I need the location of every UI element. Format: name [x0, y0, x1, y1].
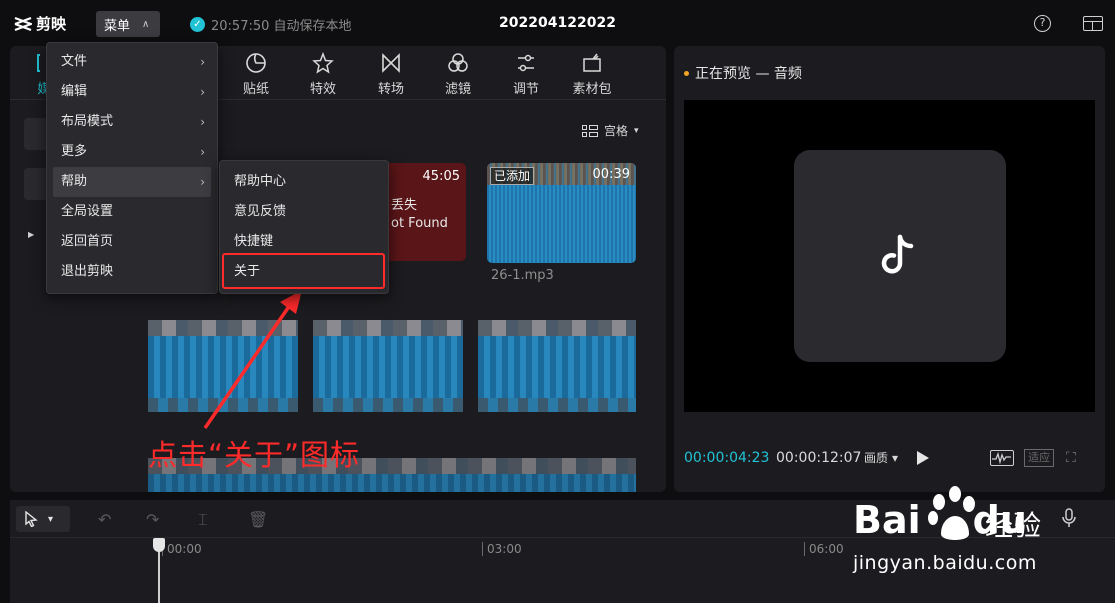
playhead[interactable] [153, 538, 165, 603]
menu-item-label: 全局设置 [61, 204, 114, 219]
menu-item-label: 返回首页 [61, 234, 114, 249]
chevron-right-icon: › [200, 85, 205, 99]
preview-title: 正在预览 — 音频 [695, 66, 802, 82]
preview-panel: 正在预览 — 音频 00:00:04:23 00:00:12:07 画质 ▾ 适… [674, 46, 1105, 492]
fullscreen-icon[interactable]: ⛶ [1066, 450, 1082, 466]
split-icon[interactable]: ⌶ [198, 510, 208, 530]
baidu-watermark: Bai du 经验 jingyan.baidu.com [853, 484, 1063, 594]
watermark-cn: 经验 [985, 509, 1042, 542]
chevron-right-icon: › [200, 115, 205, 129]
ruler-tick: 00:00 [162, 542, 202, 556]
menu-item-layout-mode[interactable]: 布局模式 › [47, 107, 217, 137]
menu-item-more[interactable]: 更多 › [47, 137, 217, 167]
menu-item-label: 退出剪映 [61, 264, 114, 279]
menu-item-label: 更多 [61, 144, 88, 159]
play-icon[interactable] [917, 451, 929, 465]
main-menu-dropdown: 文件 › 编辑 › 布局模式 › 更多 › 帮助 › 全局设置 返回首页 退出剪映 [46, 42, 218, 294]
fit-button[interactable]: 适应 [1024, 449, 1054, 467]
chevron-down-icon: ▾ [48, 513, 54, 525]
menu-item-file[interactable]: 文件 › [47, 47, 217, 77]
undo-icon[interactable]: ↶ [98, 510, 111, 529]
cursor-icon [25, 511, 38, 527]
menu-item-quit[interactable]: 退出剪映 [47, 257, 217, 287]
submenu-item-help-center[interactable]: 帮助中心 [220, 167, 388, 197]
baidu-paw-icon [928, 486, 975, 540]
ruler-tick: 06:00 [804, 542, 844, 556]
preview-canvas[interactable] [684, 100, 1095, 412]
about-highlight-box [222, 253, 385, 289]
watermark-url: jingyan.baidu.com [853, 552, 1037, 574]
menu-item-help[interactable]: 帮助 › [53, 167, 211, 197]
microphone-icon[interactable] [1062, 508, 1076, 532]
quality-label: 画质 [864, 451, 889, 465]
ruler-tick: 03:00 [482, 542, 522, 556]
chevron-right-icon: › [200, 145, 205, 159]
quality-dropdown[interactable]: 画质 ▾ [864, 449, 898, 466]
menu-item-label: 布局模式 [61, 114, 114, 129]
audio-placeholder [794, 150, 1006, 362]
preview-header: 正在预览 — 音频 [684, 63, 802, 83]
status-dot [684, 70, 689, 76]
chevron-right-icon: › [200, 175, 205, 189]
total-time: 00:00:12:07 [776, 450, 862, 466]
chevron-down-icon: ▾ [892, 450, 899, 465]
watermark-brand-part1: Bai [853, 498, 921, 542]
current-time: 00:00:04:23 [684, 450, 770, 466]
menu-item-back-home[interactable]: 返回首页 [47, 227, 217, 257]
annotation-text: 点击“关于”图标 [148, 438, 361, 472]
waveform-icon[interactable] [990, 450, 1014, 466]
delete-icon[interactable]: 🗑 [248, 510, 268, 529]
menu-item-label: 编辑 [61, 84, 88, 99]
menu-item-label: 文件 [61, 54, 88, 69]
select-tool-dropdown[interactable]: ▾ [16, 506, 70, 532]
menu-item-edit[interactable]: 编辑 › [47, 77, 217, 107]
menu-item-global-settings[interactable]: 全局设置 [47, 197, 217, 227]
music-note-icon [881, 234, 914, 274]
submenu-item-feedback[interactable]: 意见反馈 [220, 197, 388, 227]
redo-icon[interactable]: ↷ [146, 510, 159, 529]
menu-item-label: 帮助 [61, 174, 88, 189]
chevron-right-icon: › [200, 55, 205, 69]
